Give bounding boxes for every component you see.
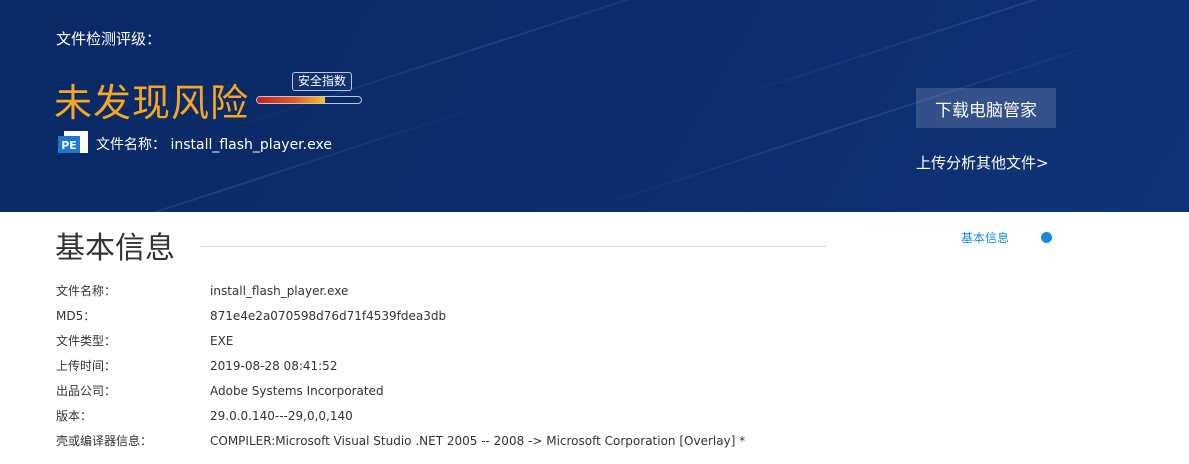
info-label: 文件类型： (56, 334, 117, 348)
info-label: 上传时间： (56, 359, 117, 373)
file-name-line: 文件名称： install_flash_player.exe (96, 134, 332, 154)
safety-index-label: 安全指数 (292, 72, 353, 91)
info-value: 2019-08-28 08:41:52 (210, 359, 338, 373)
info-value: 29.0.0.140---29,0,0,140 (210, 409, 353, 423)
info-label: 文件名称： (56, 284, 117, 298)
side-nav-item-basic-info[interactable]: 基本信息 (961, 229, 1009, 246)
section-divider (201, 246, 826, 247)
info-label: 版本： (56, 409, 93, 423)
safety-index-fill (257, 97, 325, 103)
side-nav-active-dot (1041, 232, 1052, 243)
section-title-basic-info: 基本信息 (55, 231, 175, 266)
result-banner: 文件检测评级： 未发现风险 安全指数 PE 文件名称： install_flas… (0, 0, 1189, 212)
download-pc-manager-button[interactable]: 下载电脑管家 (916, 88, 1056, 128)
pe-icon-text: PE (61, 139, 77, 152)
rating-heading: 文件检测评级： (56, 30, 162, 48)
info-value: Adobe Systems Incorporated (210, 384, 384, 398)
info-value: 871e4e2a070598d76d71f4539fdea3db (210, 309, 447, 323)
info-value: install_flash_player.exe (210, 284, 349, 298)
risk-verdict: 未发现风险 (54, 81, 250, 125)
info-label: 壳或编译器信息： (56, 434, 153, 448)
info-label: MD5： (56, 309, 96, 323)
info-value: COMPILER:Microsoft Visual Studio .NET 20… (210, 434, 746, 448)
file-name-value: install_flash_player.exe (170, 137, 332, 153)
safety-index-bar (256, 96, 362, 104)
upload-other-file-link[interactable]: 上传分析其他文件> (916, 152, 1049, 173)
info-label: 出品公司： (56, 384, 117, 398)
file-name-label: 文件名称： (96, 137, 166, 153)
info-value: EXE (210, 334, 234, 348)
pe-file-icon: PE (58, 131, 88, 153)
